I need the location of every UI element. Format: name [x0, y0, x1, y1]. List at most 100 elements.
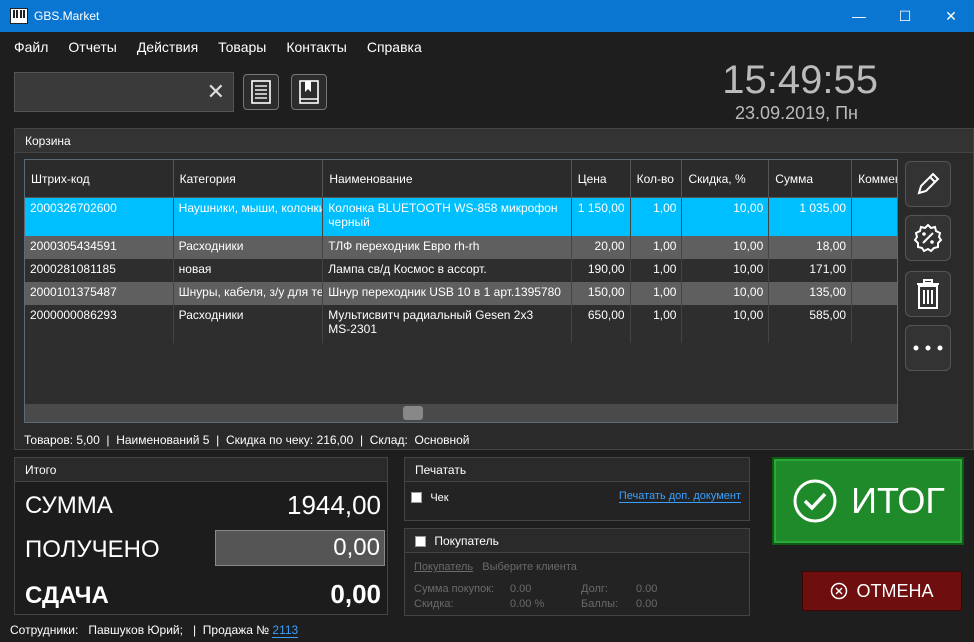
cell-category: Наушники, мыши, колонки — [174, 198, 324, 236]
cart-status-line: Товаров: 5,00 | Наименований 5 | Скидка … — [24, 433, 470, 447]
buyer-head: Покупатель — [405, 529, 749, 553]
cell-price: 190,00 — [572, 259, 631, 282]
discount-button[interactable] — [905, 215, 951, 261]
clock-time: 15:49:55 — [722, 58, 878, 102]
cell-barcode: 2000305434591 — [25, 236, 174, 259]
table-row[interactable]: 2000000086293 Расходники Мультисвитч рад… — [25, 305, 897, 343]
menu-file[interactable]: Файл — [14, 39, 48, 55]
minimize-button[interactable]: — — [836, 0, 882, 32]
col-comment[interactable]: Комментарий — [852, 160, 897, 197]
cancel-button[interactable]: ОТМЕНА — [802, 571, 962, 611]
cell-name: Шнур переходник USB 10 в 1 арт.1395780 — [323, 282, 572, 305]
close-button[interactable]: ✕ — [928, 0, 974, 32]
table-row[interactable]: 2000281081185 новая Лампа св/д Космос в … — [25, 259, 897, 282]
buyer-discount-label: Скидка: — [414, 598, 454, 610]
menu-contacts[interactable]: Контакты — [286, 39, 346, 55]
horizontal-scrollbar[interactable] — [25, 404, 897, 422]
cell-price: 20,00 — [572, 236, 631, 259]
cell-barcode: 2000281081185 — [25, 259, 174, 282]
cell-discount: 10,00 — [682, 198, 770, 236]
table-row[interactable]: 2000101375487 Шнуры, кабеля, з/у для тел… — [25, 282, 897, 305]
table-row[interactable]: 2000305434591 Расходники ТЛФ переходник … — [25, 236, 897, 259]
buyer-panel: Покупатель Покупатель Выберите клиента С… — [404, 528, 750, 616]
more-button[interactable] — [905, 325, 951, 371]
print-extra-doc-link[interactable]: Печатать доп. документ — [618, 490, 741, 503]
cell-name: Мультисвитч радиальный Gesen 2x3 MS-2301 — [323, 305, 572, 343]
catalog-button[interactable] — [291, 74, 327, 110]
cell-name: ТЛФ переходник Евро rh-rh — [323, 236, 572, 259]
print-panel: Печатать Чек Печатать доп. документ — [404, 457, 750, 521]
cell-name: Лампа св/д Космос в ассорт. — [323, 259, 572, 282]
names-value: 5 — [202, 433, 210, 447]
menu-products[interactable]: Товары — [218, 39, 266, 55]
cell-name: Колонка BLUETOOTH WS-858 микрофон черный — [323, 198, 572, 236]
buyer-discount-value: 0.00 % — [510, 598, 545, 610]
footer: Сотрудники: Павшуков Юрий; | Продажа № 2… — [10, 623, 299, 638]
receipt-checkbox-row[interactable]: Чек — [411, 490, 449, 504]
change-value: 0,00 — [330, 579, 381, 609]
buyer-label[interactable]: Покупатель — [414, 561, 473, 573]
bookmark-book-icon — [299, 80, 319, 104]
employees-label: Сотрудники: — [10, 623, 79, 637]
separator: | — [359, 433, 364, 447]
cart-title: Корзина — [15, 129, 973, 153]
change-label: СДАЧА — [25, 582, 109, 609]
menu-actions[interactable]: Действия — [137, 39, 198, 55]
cell-comment — [852, 282, 897, 305]
app-icon — [10, 8, 28, 24]
total-title: Итого — [15, 458, 387, 482]
store-value: Основной — [414, 433, 470, 447]
receipt-list-button[interactable] — [243, 74, 279, 110]
scrollbar-thumb[interactable] — [403, 406, 423, 420]
receipt-label: Чек — [430, 492, 449, 504]
receipt-checkbox[interactable] — [411, 492, 422, 504]
cell-sum: 1 035,00 — [769, 198, 853, 236]
cell-category: Шнуры, кабеля, з/у для телефонов — [174, 282, 324, 305]
sum-label: СУММА — [25, 492, 113, 519]
cell-sum: 585,00 — [769, 305, 853, 343]
col-qty[interactable]: Кол-во — [631, 160, 683, 197]
receipt-list-icon — [251, 80, 271, 104]
clock-date: 23.09.2019, Пн — [735, 103, 858, 123]
itog-button[interactable]: ИТОГ — [772, 457, 964, 545]
barcode-search-input[interactable]: ✕ — [14, 72, 234, 112]
col-category[interactable]: Категория — [174, 160, 324, 197]
clear-icon[interactable]: ✕ — [207, 81, 225, 103]
col-sum[interactable]: Сумма — [769, 160, 853, 197]
edit-button[interactable] — [905, 161, 951, 207]
cell-qty: 1,00 — [631, 305, 683, 343]
title-bar: GBS.Market — ☐ ✕ — [0, 0, 974, 32]
cell-discount: 10,00 — [682, 305, 770, 343]
cell-category: новая — [174, 259, 324, 282]
cell-price: 1 150,00 — [572, 198, 631, 236]
menu-help[interactable]: Справка — [367, 39, 422, 55]
cell-category: Расходники — [174, 236, 324, 259]
pencil-icon — [917, 172, 940, 195]
buyer-title: Покупатель — [434, 534, 499, 548]
cell-comment — [852, 236, 897, 259]
cell-barcode: 2000326702600 — [25, 198, 174, 236]
choose-client[interactable]: Выберите клиента — [482, 561, 577, 573]
cell-comment — [852, 259, 897, 282]
store-label: Склад: — [369, 433, 408, 447]
menu-reports[interactable]: Отчеты — [68, 39, 116, 55]
more-icon — [913, 345, 943, 351]
cart-grid: Штрих-код Категория Наименование Цена Ко… — [24, 159, 898, 423]
separator: | — [106, 433, 110, 447]
delete-button[interactable] — [905, 271, 951, 317]
receipt-discount-label: Скидка по чеку: — [225, 433, 314, 447]
received-input[interactable]: 0,00 — [215, 530, 385, 566]
col-barcode[interactable]: Штрих-код — [25, 160, 174, 197]
sale-number-link[interactable]: 2113 — [272, 623, 299, 638]
col-name[interactable]: Наименование — [323, 160, 572, 197]
buyer-checkbox[interactable] — [415, 536, 426, 548]
col-discount[interactable]: Скидка, % — [682, 160, 770, 197]
print-title: Печатать — [405, 458, 749, 482]
sum-value: 1944,00 — [287, 490, 381, 520]
received-label: ПОЛУЧЕНО — [25, 536, 160, 563]
table-row[interactable]: 2000326702600 Наушники, мыши, колонки Ко… — [25, 198, 897, 236]
cart-panel: Корзина Штрих-код Категория Наименование… — [14, 128, 974, 450]
cell-discount: 10,00 — [682, 259, 770, 282]
col-price[interactable]: Цена — [572, 160, 631, 197]
maximize-button[interactable]: ☐ — [882, 0, 928, 32]
